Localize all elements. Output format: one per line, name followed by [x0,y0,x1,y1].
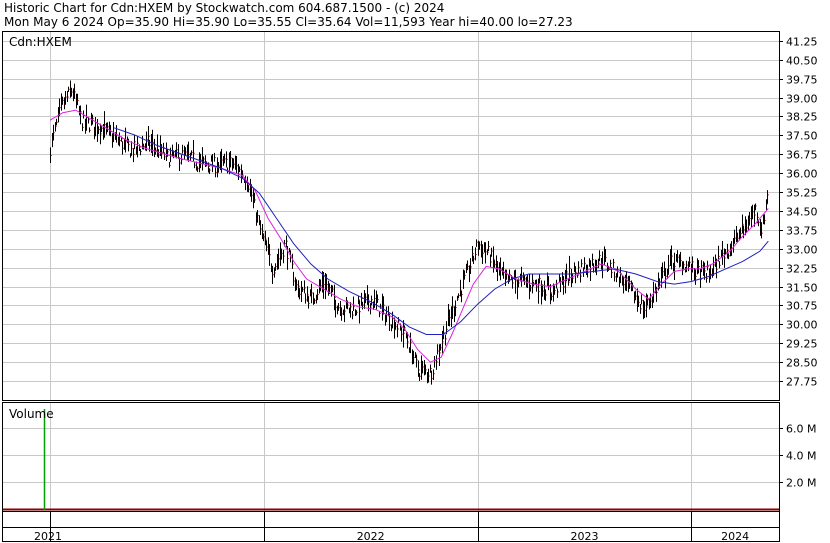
price-tick-label: 36.75 [786,149,818,162]
year-label: 2021 [34,530,62,543]
price-tick-label: 27.75 [786,376,818,389]
year-label: 2023 [570,530,598,543]
price-tick-label: 39.75 [786,74,818,87]
price-tick-label: 33.75 [786,225,818,238]
historic-chart: 41.25 40.50 39.75 39.00 38.25 37.50 36.75 36.00… [2,31,818,543]
price-tick-label: 30.00 [786,319,818,332]
price-tick-label: 39.00 [786,93,818,106]
price-tick-label: 34.50 [786,206,818,219]
price-tick-label: 30.75 [786,300,818,313]
volume-tick-label: 4.0 M [786,450,816,463]
symbol-label: Cdn:HXEM [9,35,72,49]
price-tick-label: 31.50 [786,282,818,295]
year-label: 2022 [357,530,385,543]
price-tick-label: 32.25 [786,263,818,276]
volume-label: Volume [9,407,54,421]
price-tick-label: 41.25 [786,36,818,49]
price-tick-label: 33.00 [786,244,818,257]
price-tick-label: 28.50 [786,357,818,370]
price-panel [2,31,780,401]
x-axis-band [2,511,780,542]
year-label: 2024 [721,530,749,543]
volume-tick-label: 6.0 M [786,423,816,436]
price-tick-label: 40.50 [786,55,818,68]
price-tick-label: 36.00 [786,168,818,181]
price-tick-label: 35.25 [786,187,818,200]
volume-panel [2,402,780,512]
volume-tick-label: 2.0 M [786,477,816,490]
price-tick-label: 29.25 [786,338,818,351]
price-tick-label: 37.50 [786,130,818,143]
price-tick-label: 38.25 [786,111,818,124]
